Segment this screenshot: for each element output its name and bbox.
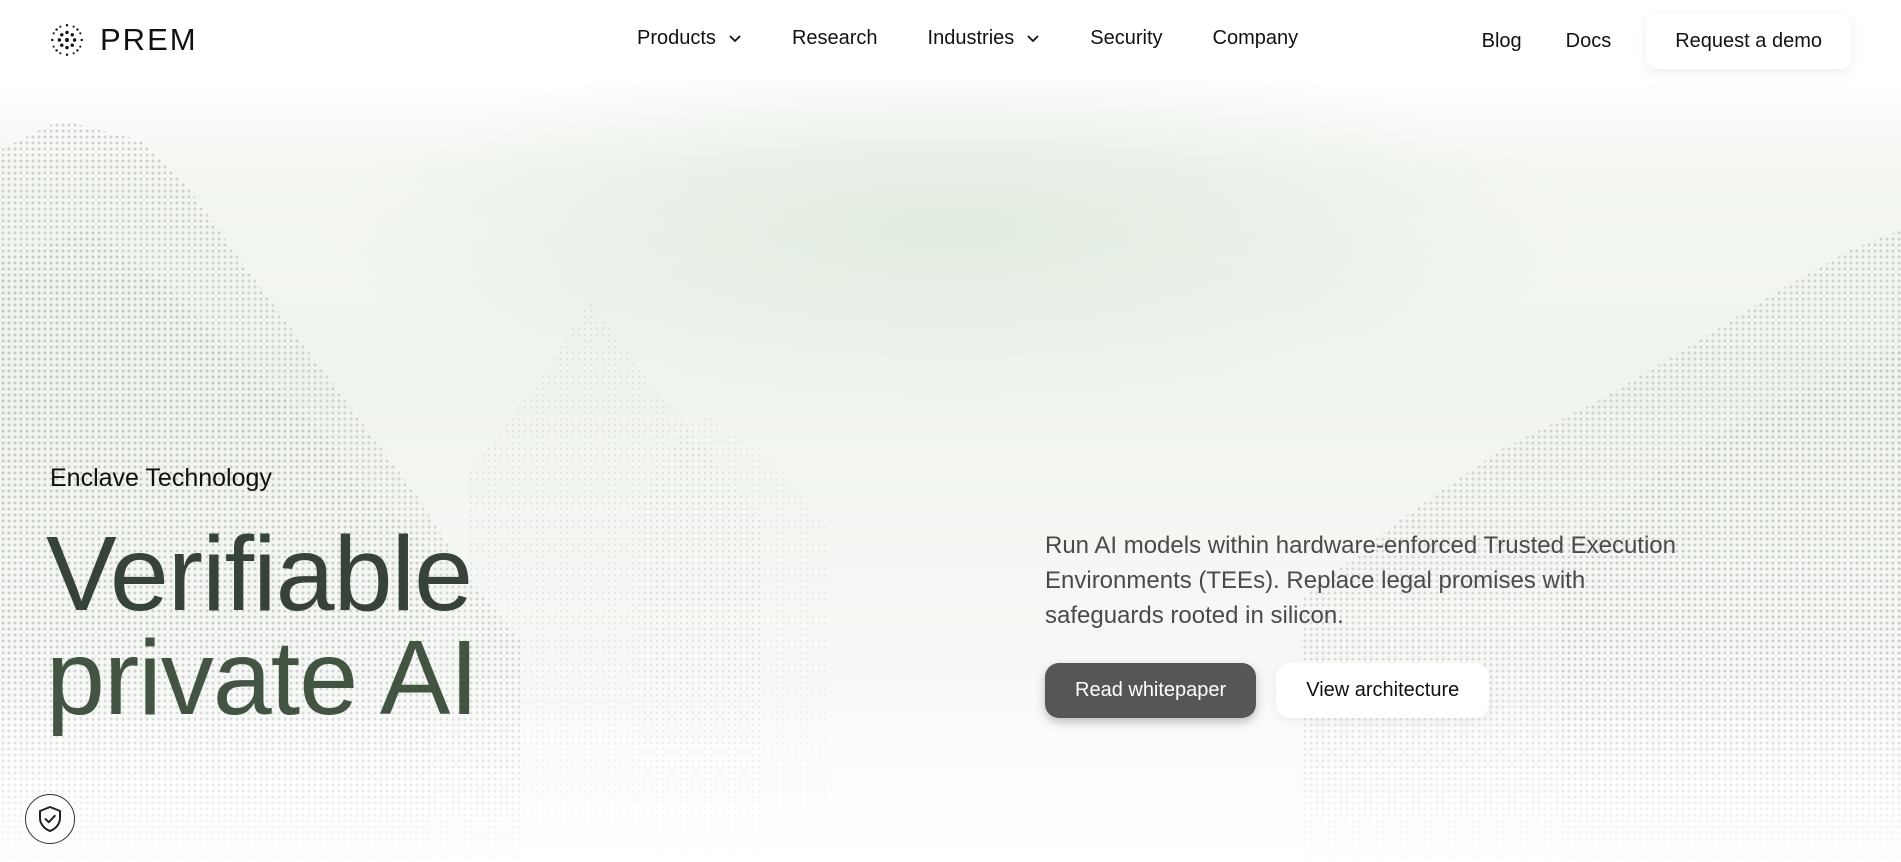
chevron-down-icon bbox=[729, 34, 741, 42]
top-navigation: PREM Products Research Industries Securi… bbox=[0, 0, 1901, 80]
hero-headline-line1: Verifiable bbox=[46, 515, 473, 633]
nav-company[interactable]: Company bbox=[1213, 27, 1299, 50]
brand-name: PREM bbox=[100, 22, 198, 57]
nav-security-label: Security bbox=[1090, 27, 1163, 49]
dotted-sphere-icon bbox=[51, 24, 83, 56]
nav-blog[interactable]: Blog bbox=[1482, 30, 1522, 53]
nav-industries[interactable]: Industries bbox=[928, 27, 1041, 50]
chevron-down-icon bbox=[1027, 34, 1039, 42]
mountain-halftone-background bbox=[0, 80, 1901, 862]
hero-cta-group: Read whitepaper View architecture bbox=[1045, 663, 1490, 718]
brand-logo[interactable]: PREM bbox=[48, 20, 198, 60]
primary-nav: Products Research Industries Security Co… bbox=[637, 27, 1348, 50]
privacy-shield-button[interactable] bbox=[25, 794, 75, 844]
page: PREM Products Research Industries Securi… bbox=[0, 0, 1901, 862]
shield-check-icon bbox=[39, 806, 61, 832]
hero-headline: Verifiable private AI bbox=[46, 515, 479, 737]
hero-eyebrow: Enclave Technology bbox=[50, 464, 272, 492]
nav-industries-label: Industries bbox=[927, 27, 1015, 49]
nav-research[interactable]: Research bbox=[792, 27, 878, 50]
nav-research-label: Research bbox=[791, 27, 878, 49]
nav-docs[interactable]: Docs bbox=[1566, 30, 1612, 53]
secondary-nav: Blog Docs Request a demo bbox=[1482, 14, 1851, 69]
nav-products[interactable]: Products bbox=[637, 27, 742, 50]
view-architecture-button[interactable]: View architecture bbox=[1276, 663, 1490, 718]
nav-products-label: Products bbox=[637, 27, 716, 49]
read-whitepaper-button[interactable]: Read whitepaper bbox=[1045, 663, 1257, 718]
nav-company-label: Company bbox=[1212, 27, 1299, 49]
request-demo-button[interactable]: Request a demo bbox=[1646, 14, 1851, 69]
hero-description: Run AI models within hardware-enforced T… bbox=[1045, 532, 1676, 629]
nav-security[interactable]: Security bbox=[1090, 27, 1162, 50]
hero-headline-line2: private AI bbox=[46, 619, 479, 737]
